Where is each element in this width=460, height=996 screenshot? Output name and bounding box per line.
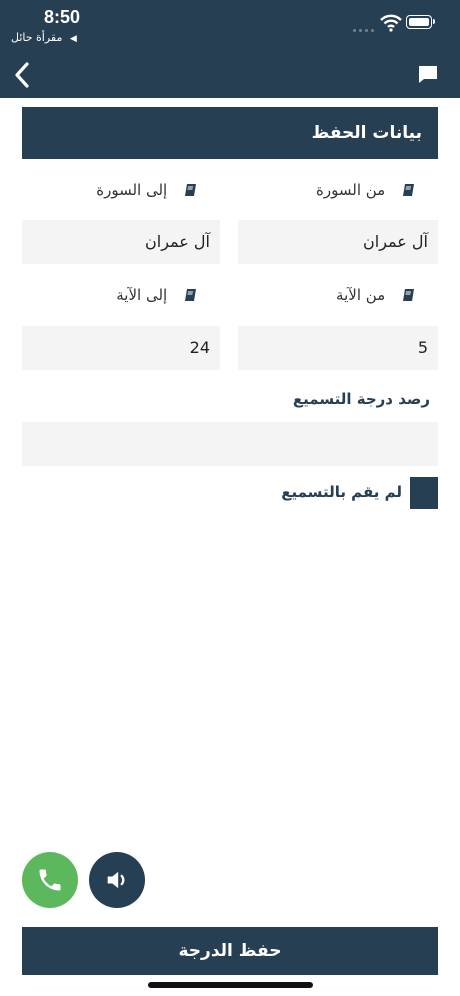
from-surah-label: من السورة xyxy=(316,179,416,201)
battery-icon xyxy=(406,15,435,29)
book-icon xyxy=(185,289,196,301)
signal-icon xyxy=(353,22,375,32)
from-ayah-input[interactable]: 5 xyxy=(238,326,438,370)
status-time: 8:50 xyxy=(44,7,81,27)
book-icon xyxy=(403,184,414,196)
book-icon xyxy=(403,289,414,301)
sound-button[interactable] xyxy=(89,852,145,908)
to-surah-select[interactable]: آل عمران xyxy=(22,220,220,264)
call-button[interactable] xyxy=(22,852,78,908)
status-back-link[interactable]: ◀ مقرأة حائل xyxy=(11,31,77,44)
speaker-icon xyxy=(107,871,125,889)
grade-label: رصد درجة التسميع xyxy=(292,390,430,408)
section-title: بيانات الحفظ xyxy=(22,107,438,159)
wifi-icon xyxy=(380,14,402,32)
not-recited-checkbox[interactable] xyxy=(410,477,438,509)
to-ayah-label: إلى الآية xyxy=(116,284,198,306)
status-back-app: مقرأة حائل xyxy=(11,31,63,44)
chat-bubble-icon[interactable] xyxy=(416,62,440,86)
app-header: 8:50 ◀ مقرأة حائل xyxy=(0,0,460,98)
chevron-left-icon[interactable] xyxy=(8,58,38,92)
home-indicator[interactable] xyxy=(148,982,313,988)
book-icon xyxy=(185,184,196,196)
save-grade-button[interactable]: حفظ الدرجة xyxy=(22,927,438,975)
phone-icon xyxy=(39,869,61,891)
grade-input[interactable] xyxy=(22,422,438,466)
to-ayah-input[interactable]: 24 xyxy=(22,326,220,370)
back-triangle-icon: ◀ xyxy=(69,34,77,44)
from-ayah-label: من الآية xyxy=(336,284,416,306)
from-surah-select[interactable]: آل عمران xyxy=(238,220,438,264)
not-recited-label: لم يقم بالتسميع xyxy=(281,483,402,501)
to-surah-label: إلى السورة xyxy=(96,179,198,201)
